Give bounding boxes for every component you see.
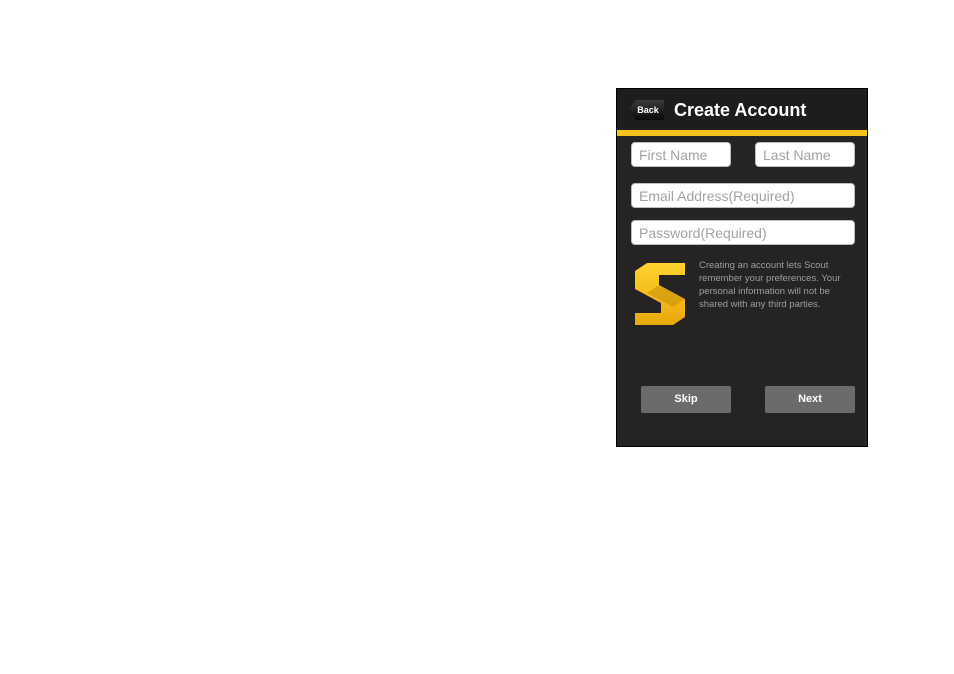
create-account-screen: Back Create Account Creating an account …	[616, 88, 868, 447]
next-button[interactable]: Next	[765, 386, 855, 413]
page-title: Create Account	[674, 100, 807, 120]
navigation-bar: Back Create Account	[617, 89, 867, 130]
email-input[interactable]	[631, 183, 855, 208]
first-name-input[interactable]	[631, 142, 731, 167]
last-name-input[interactable]	[755, 142, 855, 167]
skip-button[interactable]: Skip	[641, 386, 731, 413]
account-info-text: Creating an account lets Scout remember …	[699, 260, 841, 310]
back-button[interactable]: Back	[628, 100, 664, 120]
scout-s-logo-icon	[635, 263, 685, 325]
back-button-label: Back	[637, 105, 659, 115]
accent-bar	[617, 130, 867, 136]
password-input[interactable]	[631, 220, 855, 245]
